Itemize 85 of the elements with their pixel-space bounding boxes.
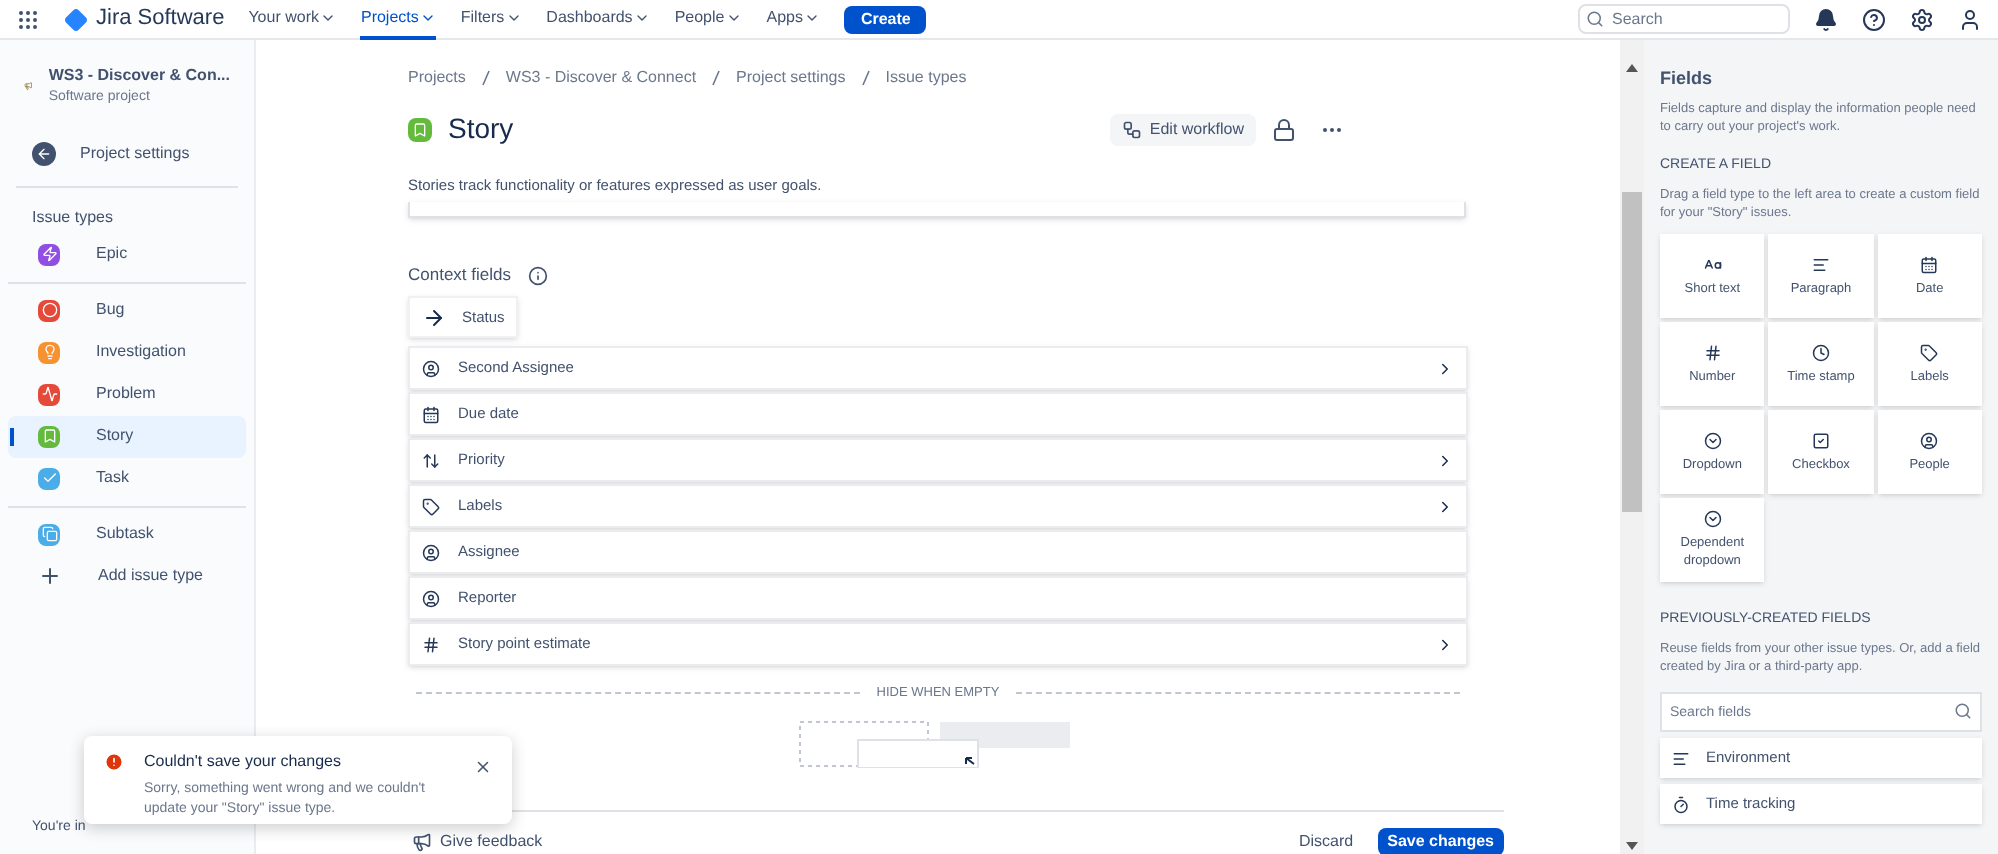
issue-type-item[interactable]: Problem <box>8 373 246 415</box>
separator-icon <box>712 70 721 86</box>
discard-button[interactable]: Discard <box>1299 829 1354 853</box>
nav-menu[interactable]: Filters <box>460 0 523 39</box>
task-type-icon <box>38 467 60 489</box>
breadcrumb-link[interactable]: Issue types <box>885 66 967 90</box>
lock-icon[interactable] <box>1272 117 1296 141</box>
breadcrumb-link[interactable]: Project settings <box>736 66 846 90</box>
paragraph-icon <box>1811 255 1830 274</box>
edit-workflow-button[interactable]: Edit workflow <box>1109 113 1256 145</box>
epic-type-icon <box>38 243 60 265</box>
number-icon <box>1703 343 1722 362</box>
dependent-icon <box>1703 510 1722 529</box>
person-icon <box>422 543 440 561</box>
breadcrumb-link[interactable]: WS3 - Discover & Connect <box>505 66 697 90</box>
panel-title: Fields <box>1660 66 1715 92</box>
avatar-icon[interactable] <box>1958 7 1982 31</box>
info-icon[interactable] <box>527 265 547 286</box>
stopwatch-icon <box>1672 795 1690 814</box>
back-link[interactable]: Project settings <box>8 141 246 165</box>
calendar-icon <box>422 405 440 423</box>
page-title: Story <box>448 110 514 148</box>
person-icon <box>422 359 440 377</box>
person-icon <box>422 589 440 607</box>
scroll-down-icon[interactable] <box>1626 842 1638 850</box>
breadcrumb-link[interactable]: Projects <box>408 66 466 90</box>
nav-menu[interactable]: Apps <box>766 0 821 39</box>
issue-type-item[interactable]: Subtask <box>8 513 246 555</box>
save-changes-button[interactable]: Save changes <box>1377 827 1504 854</box>
search-icon <box>1954 702 1972 721</box>
nav-menu[interactable]: Projects <box>360 0 437 39</box>
help-icon[interactable] <box>1862 7 1886 31</box>
issue-type-item[interactable]: Story <box>8 415 246 457</box>
chevron-right-icon[interactable] <box>1436 635 1454 653</box>
issue-type-item[interactable]: Add issue type <box>8 555 246 597</box>
number-icon <box>422 635 440 653</box>
app-switcher-icon[interactable] <box>16 7 40 31</box>
product-name[interactable]: Jira Software <box>96 2 225 36</box>
toast-title: Couldn't save your changes <box>144 750 343 774</box>
issue-type-item[interactable]: Investigation <box>8 331 246 373</box>
tag-icon <box>422 497 440 515</box>
checkbox-icon <box>1811 431 1830 450</box>
search-field[interactable]: Search <box>1578 4 1790 34</box>
labels-icon <box>1920 343 1939 362</box>
text-icon <box>1703 255 1722 274</box>
people-icon <box>1920 431 1939 450</box>
arrow-right-icon <box>422 305 446 329</box>
separator-icon <box>481 70 490 86</box>
error-icon <box>104 752 124 772</box>
bug-type-icon <box>38 299 60 321</box>
megaphone-icon <box>412 831 432 851</box>
investigation-type-icon <box>38 341 60 363</box>
dropdown-icon <box>1703 431 1722 450</box>
nav-menu[interactable]: Your work <box>248 0 337 39</box>
back-icon <box>32 141 56 165</box>
separator-icon <box>861 70 870 86</box>
logo-icon <box>64 7 88 31</box>
scrollbar[interactable] <box>1620 40 1644 854</box>
chevron-right-icon[interactable] <box>1436 497 1454 515</box>
scroll-up-icon[interactable] <box>1626 64 1638 72</box>
problem-type-icon <box>38 383 60 405</box>
issue-type-item[interactable]: Bug <box>8 289 246 331</box>
section-title: Issue types <box>30 205 115 229</box>
settings-icon[interactable] <box>1910 7 1934 31</box>
project-name: WS3 - Discover & Con... <box>48 64 230 88</box>
workflow-icon <box>1121 119 1142 139</box>
paragraph-icon <box>1672 749 1690 768</box>
date-icon <box>1920 255 1939 274</box>
give-feedback-button[interactable]: Give feedback <box>412 829 543 853</box>
nav-menu[interactable]: Dashboards <box>546 0 651 39</box>
plus-icon <box>38 564 62 588</box>
time-icon <box>1811 343 1830 362</box>
close-icon[interactable] <box>474 758 492 776</box>
notifications-icon[interactable] <box>1814 7 1838 31</box>
nav-menu[interactable]: People <box>674 0 743 39</box>
chevron-right-icon[interactable] <box>1436 359 1454 377</box>
search-icon <box>1586 10 1604 28</box>
issue-type-item[interactable]: Task <box>8 457 246 499</box>
section-title: Context fields <box>408 262 511 288</box>
issue-type-item[interactable]: Epic <box>8 233 246 275</box>
priority-icon <box>422 451 440 469</box>
story-type-icon <box>38 425 60 447</box>
create-button[interactable]: Create <box>844 5 927 33</box>
chevron-right-icon[interactable] <box>1436 451 1454 469</box>
subtask-type-icon <box>38 523 60 545</box>
